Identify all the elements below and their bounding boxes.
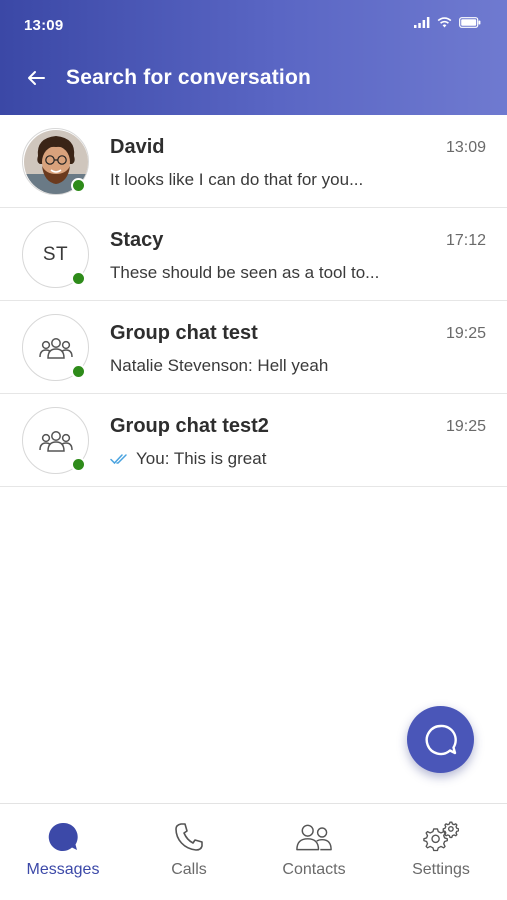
- chat-bubble-icon: [425, 724, 457, 755]
- conversation-name: Group chat test: [110, 322, 258, 344]
- conversation-preview: You: This is great: [110, 449, 266, 469]
- bottom-navigation: Messages Calls Contacts Settings: [0, 803, 507, 900]
- wifi-icon: [437, 17, 452, 28]
- messages-icon: [45, 819, 81, 855]
- conversation-name: Stacy: [110, 229, 164, 251]
- conversation-row-david[interactable]: David 13:09 It looks like I can do that …: [0, 115, 507, 208]
- conversation-preview-text: These should be seen as a tool to...: [110, 263, 380, 282]
- status-time: 13:09: [24, 17, 64, 34]
- signal-icon: [414, 17, 430, 28]
- group-icon: [38, 337, 73, 359]
- conversation-preview: Natalie Stevenson: Hell yeah: [110, 356, 328, 376]
- nav-calls[interactable]: Calls: [126, 804, 252, 900]
- group-icon: [38, 430, 73, 452]
- conversation-row-group-chat-test[interactable]: Group chat test 19:25 Natalie Stevenson:…: [0, 301, 507, 394]
- conversation-time: 19:25: [445, 325, 486, 342]
- page-title[interactable]: Search for conversation: [66, 66, 311, 90]
- nav-label: Contacts: [282, 861, 346, 878]
- conversation-time: 17:12: [445, 232, 486, 249]
- conversation-list: David 13:09 It looks like I can do that …: [0, 115, 507, 487]
- conversation-name: David: [110, 136, 165, 158]
- nav-messages[interactable]: Messages: [0, 804, 126, 900]
- double-check-icon: [110, 454, 127, 465]
- online-status-dot: [71, 364, 86, 379]
- app-header: 13:09 Search for conversation: [0, 0, 507, 115]
- conversation-row-group-chat-test2[interactable]: Group chat test2 19:25 You: This is grea…: [0, 394, 507, 487]
- conversation-preview: It looks like I can do that for you...: [110, 170, 363, 190]
- conversation-preview-text: It looks like I can do that for you...: [110, 170, 364, 189]
- conversation-name: Group chat test2: [110, 415, 269, 437]
- status-icons: [414, 17, 481, 28]
- avatar-initials: ST: [42, 243, 69, 265]
- conversation-time: 13:09: [445, 139, 486, 156]
- online-status-dot: [71, 457, 86, 472]
- conversation-preview: These should be seen as a tool to...: [110, 263, 379, 283]
- online-status-dot: [71, 178, 86, 193]
- conversation-preview-text: You: This is great: [136, 449, 267, 468]
- online-status-dot: [71, 271, 86, 286]
- nav-label: Calls: [171, 861, 207, 878]
- nav-settings[interactable]: Settings: [378, 804, 504, 900]
- conversation-row-stacy[interactable]: ST Stacy 17:12 These should be seen as a…: [0, 208, 507, 301]
- contacts-icon: [296, 819, 332, 855]
- nav-label: Settings: [412, 861, 470, 878]
- new-chat-button[interactable]: [407, 706, 474, 773]
- settings-icon: [423, 819, 459, 855]
- conversation-time: 19:25: [445, 418, 486, 435]
- nav-contacts[interactable]: Contacts: [251, 804, 377, 900]
- battery-icon: [459, 17, 481, 28]
- phone-icon: [171, 819, 207, 855]
- conversation-preview-text: Natalie Stevenson: Hell yeah: [110, 356, 329, 375]
- nav-label: Messages: [26, 861, 100, 878]
- back-arrow-icon[interactable]: [24, 66, 48, 90]
